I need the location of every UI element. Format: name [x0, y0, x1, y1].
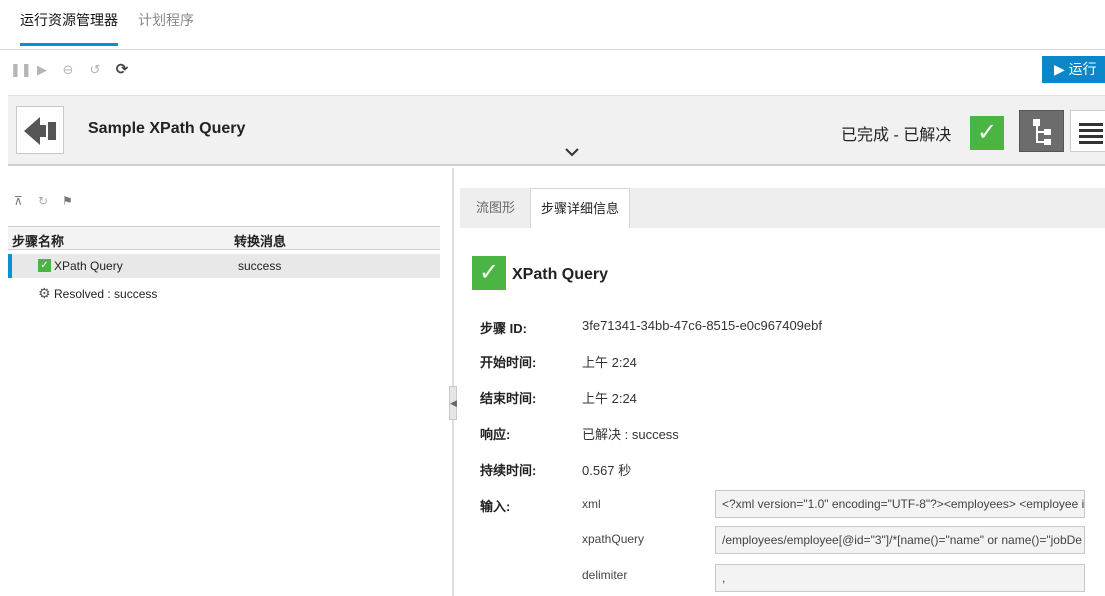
duration-label: 持续时间: [480, 463, 537, 478]
panel-splitter[interactable] [452, 168, 454, 596]
step-grid-header: 步骤名称 转换消息 [8, 226, 440, 250]
completed-check-icon: ✓ [970, 116, 1004, 150]
step-forward-icon[interactable]: ▶ [34, 61, 50, 79]
tab-flow-graph[interactable]: 流图形 [466, 188, 525, 228]
input-xpathquery-field[interactable]: /employees/employee[@id="3"]/*[name()="n… [715, 526, 1085, 554]
input-delimiter-field[interactable]: , [715, 564, 1085, 592]
step-name: XPath Query [54, 259, 123, 273]
run-status: 已完成 - 已解决 [841, 127, 952, 144]
play-icon: ▶ [1054, 61, 1065, 77]
run-toolbar: ❚❚ ▶ ⊖ ↺ ⟳ [0, 51, 1105, 91]
reassign-icon[interactable]: ↺ [87, 61, 103, 79]
list-view-button[interactable] [1070, 110, 1105, 152]
tree-view-button[interactable] [1019, 110, 1064, 152]
run-title: Sample XPath Query [88, 120, 246, 137]
detail-tab-bar: 流图形 步骤详细信息 [460, 188, 1105, 228]
collapse-all-icon[interactable]: ⊼ [14, 194, 28, 208]
step-row[interactable]: ✓ XPath Query success [8, 254, 440, 278]
tab-scheduler[interactable]: 计划程序 [138, 10, 194, 38]
gear-icon: ⚙ [38, 285, 51, 301]
input-name-delimiter: delimiter [582, 568, 628, 582]
run-header: Sample XPath Query 已完成 - 已解决 ✓ [8, 95, 1105, 166]
step-message: success [238, 259, 282, 273]
duration-value: 0.567 秒 [582, 463, 632, 478]
success-check-icon: ✓ [38, 259, 51, 272]
input-xml-field[interactable]: <?xml version="1.0" encoding="UTF-8"?><e… [715, 490, 1085, 518]
run-button[interactable]: ▶ 运行 [1042, 56, 1105, 83]
back-button[interactable] [16, 106, 64, 154]
start-time-label: 开始时间: [480, 355, 537, 370]
tree-view-icon [1033, 119, 1051, 145]
cancel-icon[interactable]: ⊖ [60, 61, 76, 79]
tab-step-details[interactable]: 步骤详细信息 [530, 188, 631, 228]
collapse-panel-handle[interactable]: ◀ [449, 386, 457, 420]
tab-run-explorer[interactable]: 运行资源管理器 [20, 10, 118, 46]
inputs-label: 输入: [480, 499, 511, 514]
end-time-value: 上午 2:24 [582, 391, 637, 406]
response-label: 响应: [480, 427, 511, 442]
step-title: XPath Query [512, 266, 609, 283]
step-tree-panel: ⊼ ↻ ⚑ 步骤名称 转换消息 ✓ XPath Query success ⚙ … [0, 168, 448, 596]
column-step-name[interactable]: 步骤名称 [12, 231, 64, 250]
pause-icon[interactable]: ❚❚ [10, 61, 32, 79]
column-transition-message[interactable]: 转换消息 [234, 231, 286, 250]
locate-step-icon[interactable]: ⚑ [62, 194, 76, 208]
response-value: 已解决 : success [582, 427, 679, 442]
end-time-label: 结束时间: [480, 391, 537, 406]
input-name-xpathquery: xpathQuery [582, 532, 645, 546]
step-id-label: 步骤 ID: [480, 321, 527, 336]
step-id-value: 3fe71341-34bb-47c6-8515-e0c967409ebf [582, 318, 822, 333]
sync-icon[interactable]: ↻ [38, 194, 52, 208]
chevron-down-icon[interactable] [564, 144, 580, 160]
refresh-icon[interactable]: ⟳ [114, 61, 130, 79]
back-arrow-icon [24, 117, 56, 145]
step-success-check-icon: ✓ [472, 256, 506, 290]
step-row[interactable]: ⚙ Resolved : success [8, 282, 440, 306]
top-tab-bar: 运行资源管理器 计划程序 [0, 0, 1105, 50]
run-button-label: 运行 [1068, 61, 1097, 77]
step-details-panel: 流图形 步骤详细信息 ✓ XPath Query 步骤 ID: 3fe71341… [460, 168, 1105, 596]
step-name: Resolved : success [54, 287, 158, 301]
start-time-value: 上午 2:24 [582, 355, 637, 370]
input-name-xml: xml [582, 497, 601, 511]
list-view-icon [1079, 123, 1103, 144]
